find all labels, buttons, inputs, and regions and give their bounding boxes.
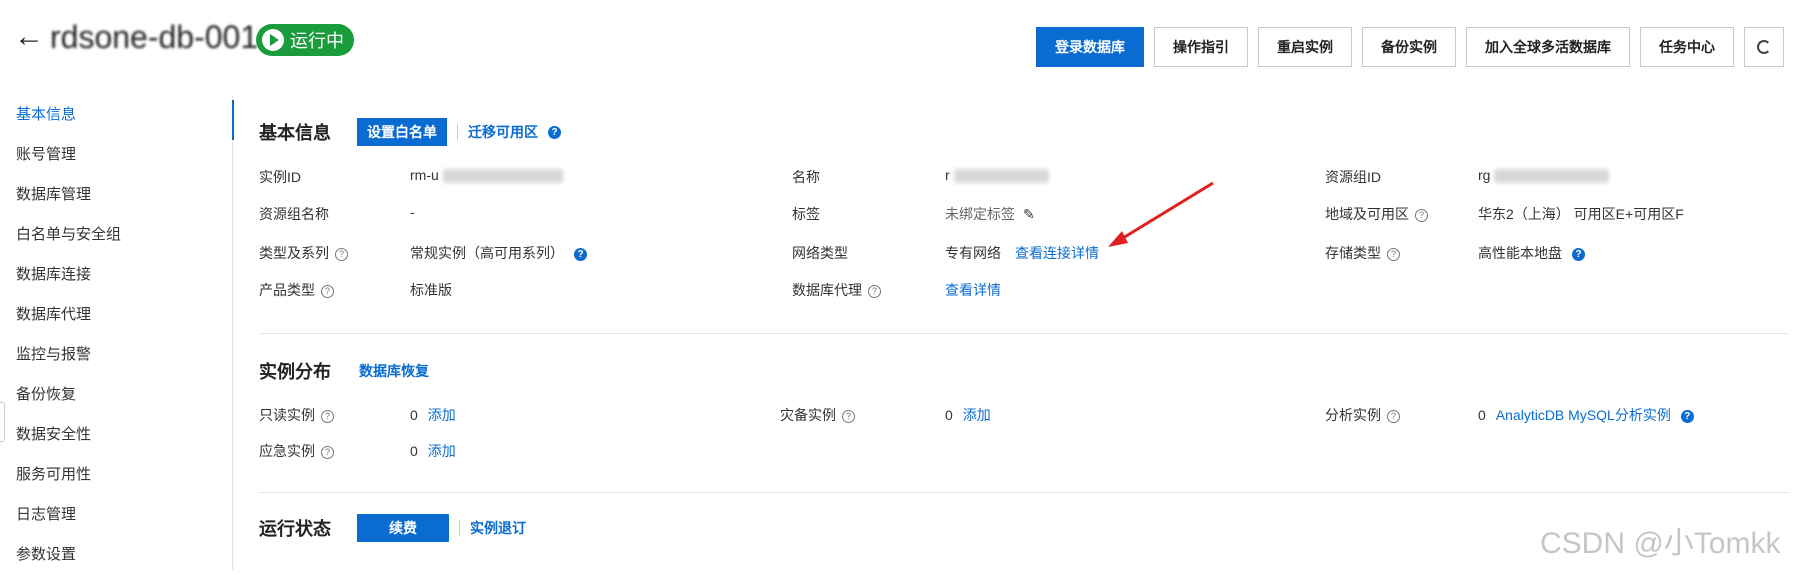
disaster-instance-label: 灾备实例?	[780, 405, 855, 425]
play-icon	[262, 29, 284, 51]
add-disaster-link[interactable]: 添加	[963, 407, 991, 423]
readonly-instance-label: 只读实例?	[259, 405, 334, 425]
section-title-distribution: 实例分布	[259, 362, 331, 382]
section-divider	[259, 492, 1789, 493]
watermark: CSDN @小Tomkk	[1540, 527, 1781, 560]
redacted-text	[1494, 169, 1610, 184]
help-icon[interactable]: ?	[868, 284, 881, 298]
instance-id-value: rm-u	[410, 167, 563, 184]
tag-value: 未绑定标签 ✎	[945, 206, 1035, 223]
refresh-icon	[1757, 40, 1771, 54]
name-value: r	[945, 167, 1049, 184]
active-indicator	[232, 100, 234, 140]
tag-label: 标签	[792, 206, 820, 222]
help-icon[interactable]: ?	[842, 409, 855, 423]
sidebar-item-backup[interactable]: 备份恢复	[0, 375, 232, 415]
help-icon[interactable]: ?	[548, 125, 561, 139]
status-badge: 运行中	[256, 24, 354, 56]
emergency-instance-label: 应急实例?	[259, 441, 334, 461]
separator	[457, 124, 458, 140]
set-whitelist-button[interactable]: 设置白名单	[357, 118, 447, 146]
help-icon[interactable]: ?	[335, 247, 348, 261]
help-icon[interactable]: ?	[321, 284, 334, 298]
sidebar-item-security[interactable]: 数据安全性	[0, 415, 232, 455]
network-type-value: 专有网络 查看连接详情	[945, 245, 1099, 261]
storage-type-label: 存储类型?	[1325, 243, 1400, 263]
migrate-zone-link[interactable]: 迁移可用区	[468, 122, 538, 142]
db-restore-link[interactable]: 数据库恢复	[359, 361, 429, 381]
instance-title: rdsone-db-001	[50, 19, 259, 55]
region-value: 华东2（上海） 可用区E+可用区F	[1478, 206, 1684, 222]
help-icon[interactable]: ?	[321, 445, 334, 459]
add-emergency-link[interactable]: 添加	[428, 443, 456, 459]
join-global-db-button[interactable]: 加入全球多活数据库	[1466, 27, 1630, 67]
guide-button[interactable]: 操作指引	[1154, 27, 1248, 67]
resource-group-id-value: rg	[1478, 167, 1610, 184]
resource-group-name-value: -	[410, 204, 415, 220]
action-toolbar: 登录数据库 操作指引 重启实例 备份实例 加入全球多活数据库 任务中心	[1036, 27, 1784, 67]
section-divider	[259, 333, 1789, 334]
product-type-label: 产品类型?	[259, 280, 334, 300]
section-title-running: 运行状态	[259, 519, 331, 539]
type-series-label: 类型及系列?	[259, 243, 348, 263]
backup-button[interactable]: 备份实例	[1362, 27, 1456, 67]
disaster-instance-value: 0 添加	[945, 407, 991, 423]
view-proxy-details-link[interactable]: 查看详情	[945, 280, 1001, 300]
renew-button[interactable]: 续费	[357, 514, 449, 542]
sidebar-item-parameters[interactable]: 参数设置	[0, 535, 232, 575]
sidebar-item-monitoring[interactable]: 监控与报警	[0, 335, 232, 375]
product-type-value: 标准版	[410, 282, 452, 298]
redacted-text	[953, 169, 1049, 184]
sidebar-item-basic-info[interactable]: 基本信息	[0, 95, 232, 135]
redacted-text	[442, 169, 563, 184]
restart-button[interactable]: 重启实例	[1258, 27, 1352, 67]
section-title-basic-info: 基本信息	[259, 123, 331, 143]
task-center-button[interactable]: 任务中心	[1640, 27, 1734, 67]
refresh-button[interactable]	[1744, 27, 1784, 67]
distribution-header: 实例分布 数据库恢复	[259, 358, 429, 384]
sidebar-collapse-handle[interactable]	[0, 402, 5, 442]
sidebar-item-whitelist[interactable]: 白名单与安全组	[0, 215, 232, 255]
running-header: 运行状态 续费 实例退订	[259, 514, 526, 542]
sidebar-item-logs[interactable]: 日志管理	[0, 495, 232, 535]
sidebar-item-databases[interactable]: 数据库管理	[0, 175, 232, 215]
network-type-label: 网络类型	[792, 245, 848, 261]
help-icon[interactable]: ?	[1387, 409, 1400, 423]
refund-link[interactable]: 实例退订	[470, 518, 526, 538]
region-label: 地域及可用区?	[1325, 204, 1428, 224]
help-icon[interactable]: ?	[1415, 208, 1428, 222]
help-icon[interactable]: ?	[321, 409, 334, 423]
instance-id-label: 实例ID	[259, 169, 301, 185]
login-db-button[interactable]: 登录数据库	[1036, 27, 1144, 67]
sidebar-item-connection[interactable]: 数据库连接	[0, 255, 232, 295]
status-text: 运行中	[290, 31, 344, 51]
db-proxy-label: 数据库代理?	[792, 280, 881, 300]
top-bar: ← rdsone-db-001 运行中 登录数据库 操作指引 重启实例 备份实例…	[0, 0, 1814, 80]
type-series-value: 常规实例（高可用系列）?	[410, 243, 587, 263]
basic-info-header: 基本信息 设置白名单 迁移可用区 ?	[259, 118, 561, 146]
help-icon[interactable]: ?	[1680, 409, 1694, 423]
readonly-instance-value: 0 添加	[410, 407, 456, 423]
help-icon[interactable]: ?	[574, 247, 587, 261]
analyticdb-link[interactable]: AnalyticDB MySQL分析实例	[1496, 407, 1671, 423]
resource-group-name-label: 资源组名称	[259, 206, 329, 222]
storage-type-value: 高性能本地盘?	[1478, 243, 1585, 263]
sidebar-item-proxy[interactable]: 数据库代理	[0, 295, 232, 335]
resource-group-id-label: 资源组ID	[1325, 169, 1381, 185]
analytic-instance-value: 0 AnalyticDB MySQL分析实例?	[1478, 405, 1694, 425]
sidebar-item-availability[interactable]: 服务可用性	[0, 455, 232, 495]
emergency-instance-value: 0 添加	[410, 443, 456, 459]
separator	[459, 520, 460, 536]
name-label: 名称	[792, 169, 820, 185]
analytic-instance-label: 分析实例?	[1325, 405, 1400, 425]
add-readonly-link[interactable]: 添加	[428, 407, 456, 423]
sidebar-nav: 基本信息 账号管理 数据库管理 白名单与安全组 数据库连接 数据库代理 监控与报…	[0, 95, 233, 570]
edit-pencil-icon[interactable]: ✎	[1023, 206, 1035, 223]
view-connection-link[interactable]: 查看连接详情	[1015, 245, 1099, 261]
help-icon[interactable]: ?	[1387, 247, 1400, 261]
help-icon[interactable]: ?	[1572, 247, 1585, 261]
back-arrow-icon[interactable]: ←	[14, 22, 44, 52]
sidebar-item-accounts[interactable]: 账号管理	[0, 135, 232, 175]
